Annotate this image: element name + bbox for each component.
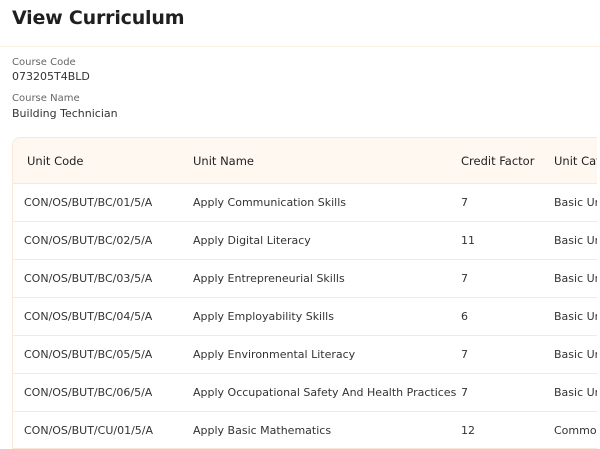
cell-unit-name: Apply Digital Literacy [192,222,460,260]
cell-unit-name: Apply Basic Mathematics [192,412,460,449]
column-header-unit-code: Unit Code [13,138,192,184]
column-header-credit-factor: Credit Factor [460,138,553,184]
cell-credit-factor: 7 [460,260,553,298]
cell-unit-code: CON/OS/BUT/BC/06/5/A [13,374,192,412]
cell-unit-code: CON/OS/BUT/BC/04/5/A [13,298,192,336]
cell-credit-factor: 6 [460,298,553,336]
column-header-unit-category: Unit Category [553,138,597,184]
cell-unit-code: CON/OS/BUT/BC/03/5/A [13,260,192,298]
cell-unit-code: CON/OS/BUT/BC/01/5/A [13,184,192,222]
cell-credit-factor: 7 [460,374,553,412]
course-code-label: Course Code [12,57,76,68]
cell-unit-category: Basic Unit [553,260,597,298]
cell-unit-category: Common Unit [553,412,597,449]
cell-unit-category: Basic Unit [553,184,597,222]
page-title: View Curriculum [12,7,184,29]
cell-credit-factor: 7 [460,184,553,222]
cell-unit-category: Basic Unit [553,222,597,260]
cell-unit-name: Apply Entrepreneurial Skills [192,260,460,298]
cell-unit-category: Basic Unit [553,374,597,412]
column-header-unit-name: Unit Name [192,138,460,184]
table-row: CON/OS/BUT/BC/04/5/AApply Employability … [13,298,597,336]
cell-unit-name: Apply Communication Skills [192,184,460,222]
table-row: CON/OS/BUT/BC/06/5/AApply Occupational S… [13,374,597,412]
course-code-value: 073205T4BLD [12,70,90,83]
cell-unit-code: CON/OS/BUT/BC/05/5/A [13,336,192,374]
course-name-value: Building Technician [12,107,118,120]
table-row: CON/OS/BUT/CU/01/5/AApply Basic Mathemat… [13,412,597,449]
cell-unit-name: Apply Environmental Literacy [192,336,460,374]
cell-unit-category: Basic Unit [553,336,597,374]
cell-unit-name: Apply Employability Skills [192,298,460,336]
table-row: CON/OS/BUT/BC/03/5/AApply Entrepreneuria… [13,260,597,298]
table-row: CON/OS/BUT/BC/05/5/AApply Environmental … [13,336,597,374]
cell-unit-code: CON/OS/BUT/BC/02/5/A [13,222,192,260]
cell-credit-factor: 7 [460,336,553,374]
course-name-label: Course Name [12,93,80,104]
table-row: CON/OS/BUT/BC/02/5/AApply Digital Litera… [13,222,597,260]
curriculum-table: Unit Code Unit Name Credit Factor Unit C… [12,137,597,449]
table-header-row: Unit Code Unit Name Credit Factor Unit C… [13,138,597,184]
divider [0,46,600,47]
cell-unit-code: CON/OS/BUT/CU/01/5/A [13,412,192,449]
cell-credit-factor: 11 [460,222,553,260]
cell-unit-category: Basic Unit [553,298,597,336]
cell-unit-name: Apply Occupational Safety And Health Pra… [192,374,460,412]
table-row: CON/OS/BUT/BC/01/5/AApply Communication … [13,184,597,222]
cell-credit-factor: 12 [460,412,553,449]
